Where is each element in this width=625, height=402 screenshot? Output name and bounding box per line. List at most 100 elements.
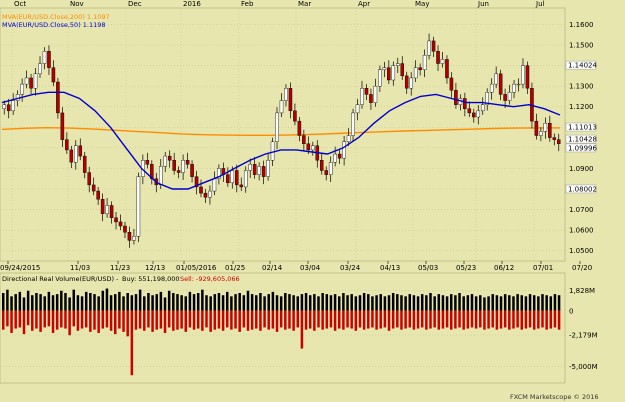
candle-body bbox=[552, 137, 557, 140]
candle-body bbox=[190, 164, 194, 177]
volume-sell-text: Sell: -929,605,066 bbox=[180, 275, 240, 283]
buy-volume-bar bbox=[6, 289, 9, 311]
buy-volume-bar bbox=[437, 294, 441, 311]
buy-volume-bar bbox=[263, 296, 266, 311]
buy-volume-bar bbox=[93, 294, 96, 311]
buy-volume-bar bbox=[288, 294, 291, 311]
sell-volume-bar bbox=[342, 310, 345, 330]
date-label: 03/24 bbox=[340, 264, 361, 272]
sell-volume-bar bbox=[122, 310, 125, 332]
sell-volume-bar bbox=[155, 310, 158, 330]
buy-volume-bar bbox=[483, 297, 486, 311]
buy-volume-bar bbox=[31, 295, 34, 311]
buy-volume-bar bbox=[325, 294, 329, 311]
buy-volume-bar bbox=[433, 296, 436, 311]
chart-canvas[interactable]: 1.16001.15001.14001.13001.12001.11001.10… bbox=[0, 0, 625, 402]
candle-body bbox=[396, 63, 400, 66]
candle-body bbox=[427, 40, 431, 56]
buy-volume-bar bbox=[321, 293, 324, 311]
candle-body bbox=[494, 73, 498, 85]
buy-volume-bar bbox=[479, 295, 482, 311]
sell-volume-bar bbox=[143, 310, 146, 331]
candle-body bbox=[261, 166, 266, 177]
candle-body bbox=[534, 120, 539, 136]
date-label: 02/14 bbox=[262, 264, 283, 272]
sell-volume-bar bbox=[450, 310, 453, 330]
candle-body bbox=[167, 155, 172, 161]
buy-volume-bar bbox=[516, 294, 519, 311]
buy-volume-bar bbox=[308, 295, 312, 311]
sell-volume-bar bbox=[51, 310, 55, 333]
chart-background bbox=[0, 0, 625, 402]
buy-volume-bar bbox=[342, 293, 345, 311]
sell-volume-bar bbox=[479, 310, 482, 328]
buy-volume-bar bbox=[196, 293, 200, 311]
candle-body bbox=[11, 100, 15, 112]
volume-tick-label: 1,828M bbox=[569, 287, 595, 295]
sell-volume-bar bbox=[226, 310, 229, 328]
candle-body bbox=[230, 170, 235, 184]
buy-volume-bar bbox=[230, 296, 233, 311]
sell-volume-bar bbox=[134, 310, 138, 330]
buy-volume-bar bbox=[429, 293, 432, 311]
sell-volume-bar bbox=[387, 310, 391, 331]
sell-volume-bar bbox=[18, 310, 22, 328]
buy-volume-bar bbox=[118, 291, 121, 311]
buy-volume-bar bbox=[176, 294, 179, 311]
buy-volume-bar bbox=[105, 288, 109, 311]
buy-volume-bar bbox=[450, 294, 453, 311]
buy-volume-bar bbox=[408, 294, 412, 311]
sell-volume-bar bbox=[491, 310, 494, 328]
candle-body bbox=[507, 92, 512, 101]
candle-body bbox=[324, 170, 328, 175]
candle-body bbox=[132, 236, 136, 241]
buy-volume-bar bbox=[255, 295, 258, 311]
sell-volume-bar bbox=[441, 310, 445, 329]
sell-volume-bar bbox=[532, 310, 536, 330]
candle-body bbox=[185, 160, 190, 165]
sell-volume-bar bbox=[300, 310, 304, 349]
sell-volume-bar bbox=[433, 310, 436, 328]
buy-volume-bar bbox=[329, 295, 333, 311]
sell-volume-bar bbox=[350, 310, 353, 329]
sell-volume-bar bbox=[84, 310, 88, 328]
buy-volume-bar bbox=[180, 295, 183, 311]
buy-volume-bar bbox=[10, 296, 13, 311]
buy-volume-bar bbox=[221, 295, 225, 311]
sell-volume-bar bbox=[541, 310, 544, 328]
sell-volume-bar bbox=[383, 310, 387, 328]
sell-volume-bar bbox=[458, 310, 461, 328]
candle-body bbox=[257, 166, 261, 175]
candle-body bbox=[243, 170, 248, 188]
buy-volume-bar bbox=[205, 295, 208, 311]
buy-volume-bar bbox=[524, 296, 528, 311]
candle-body bbox=[74, 145, 78, 163]
date-label: 03/04 bbox=[300, 264, 321, 272]
sell-volume-bar bbox=[391, 310, 395, 329]
candle-body bbox=[440, 59, 445, 64]
buy-volume-bar bbox=[39, 294, 42, 311]
buy-volume-bar bbox=[22, 297, 26, 311]
buy-volume-bar bbox=[313, 294, 316, 311]
sell-volume-bar bbox=[167, 310, 171, 328]
sell-volume-bar bbox=[76, 310, 80, 331]
sell-volume-bar bbox=[308, 310, 312, 329]
candle-body bbox=[114, 217, 118, 223]
price-tick-label: 1.0900 bbox=[569, 165, 594, 173]
sell-volume-bar bbox=[275, 310, 279, 332]
sell-volume-bar bbox=[205, 310, 208, 328]
buy-volume-bar bbox=[26, 290, 30, 311]
sell-volume-bar bbox=[470, 310, 474, 328]
buy-volume-bar bbox=[412, 295, 416, 311]
volume-tick-label: -2,179M bbox=[569, 331, 598, 339]
buy-volume-bar bbox=[126, 293, 129, 311]
sell-volume-bar bbox=[279, 310, 283, 328]
sell-volume-bar bbox=[445, 310, 449, 328]
sell-volume-bar bbox=[255, 310, 258, 329]
candle-body bbox=[33, 73, 38, 89]
buy-volume-bar bbox=[201, 289, 204, 311]
candle-body bbox=[472, 112, 476, 118]
month-label: Feb bbox=[241, 0, 254, 8]
buy-volume-bar bbox=[238, 293, 241, 311]
sell-volume-bar bbox=[259, 310, 262, 331]
